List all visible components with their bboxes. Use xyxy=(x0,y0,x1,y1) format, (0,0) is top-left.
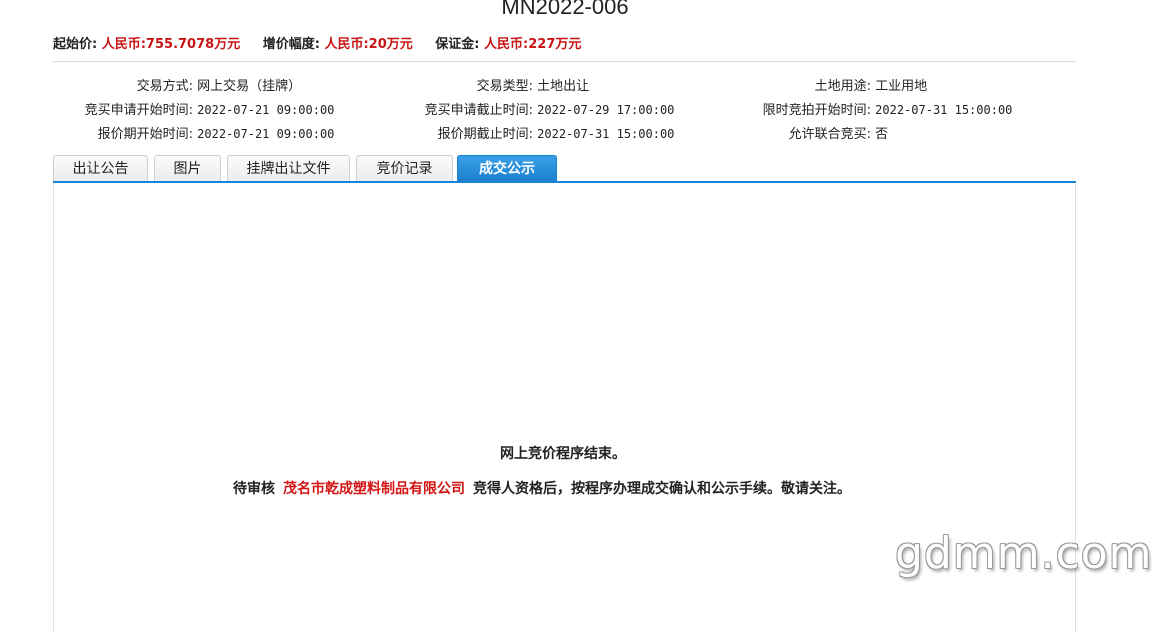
quote-start-value: 2022-07-21 09:00:00 xyxy=(197,127,335,141)
joint-bid-row: 允许联合竞买: 否 xyxy=(731,123,889,142)
tab-transaction-notice[interactable]: 成交公示 xyxy=(457,155,557,181)
price-summary: 起始价: 人民币:755.7078万元 增价幅度: 人民币:20万元 保证金: … xyxy=(53,33,599,52)
land-use-label: 土地用途: xyxy=(814,79,871,94)
deposit-value: 人民币:227万元 xyxy=(484,37,582,52)
bid-ended-message: 网上竞价程序结束。 xyxy=(500,446,626,462)
quote-end-label: 报价期截止时间: xyxy=(437,127,533,142)
apply-end-value: 2022-07-29 17:00:00 xyxy=(537,103,675,117)
winning-company-name: 茂名市乾成塑料制品有限公司 xyxy=(283,481,465,497)
quote-end-row: 报价期截止时间: 2022-07-31 15:00:00 xyxy=(393,123,675,142)
land-use-value: 工业用地 xyxy=(875,79,928,94)
timed-bid-start-label: 限时竞拍开始时间: xyxy=(762,103,871,118)
pending-prefix: 待审核 xyxy=(233,481,275,497)
land-use-row: 土地用途: 工业用地 xyxy=(731,75,928,94)
tab-images[interactable]: 图片 xyxy=(154,155,221,181)
quote-end-value: 2022-07-31 15:00:00 xyxy=(537,127,675,141)
tab-announcement[interactable]: 出让公告 xyxy=(53,155,148,181)
tab-bid-records[interactable]: 竞价记录 xyxy=(356,155,453,181)
apply-start-row: 竞买申请开始时间: 2022-07-21 09:00:00 xyxy=(53,99,335,118)
site-watermark: gdmm.com xyxy=(895,528,1153,579)
trade-method-value: 网上交易（挂牌） xyxy=(197,79,302,94)
trade-type-row: 交易类型: 土地出让 xyxy=(393,75,590,94)
start-price-value: 人民币:755.7078万元 xyxy=(101,37,241,52)
increment-label: 增价幅度: xyxy=(262,37,320,52)
timed-bid-start-value: 2022-07-31 15:00:00 xyxy=(875,103,1013,117)
tab-listing-documents[interactable]: 挂牌出让文件 xyxy=(227,155,350,181)
apply-end-row: 竞买申请截止时间: 2022-07-29 17:00:00 xyxy=(393,99,675,118)
trade-method-label: 交易方式: xyxy=(136,79,193,94)
deposit-label: 保证金: xyxy=(435,37,480,52)
joint-bid-value: 否 xyxy=(875,127,889,142)
start-price-label: 起始价: xyxy=(53,37,98,52)
divider xyxy=(53,61,1076,62)
increment-value: 人民币:20万元 xyxy=(324,37,413,52)
apply-end-label: 竞买申请截止时间: xyxy=(424,103,533,118)
apply-start-value: 2022-07-21 09:00:00 xyxy=(197,103,335,117)
page-title: MN2022-006 xyxy=(501,0,629,19)
quote-start-label: 报价期开始时间: xyxy=(97,127,193,142)
pending-review-message: 待审核 茂名市乾成塑料制品有限公司 竞得人资格后，按程序办理成交确认和公示手续。敬请… xyxy=(233,478,851,498)
joint-bid-label: 允许联合竞买: xyxy=(788,127,871,142)
timed-bid-start-row: 限时竞拍开始时间: 2022-07-31 15:00:00 xyxy=(731,99,1013,118)
trade-type-label: 交易类型: xyxy=(476,79,533,94)
pending-suffix: 竞得人资格后，按程序办理成交确认和公示手续。敬请关注。 xyxy=(473,481,851,497)
trade-method-row: 交易方式: 网上交易（挂牌） xyxy=(53,75,302,94)
apply-start-label: 竞买申请开始时间: xyxy=(84,103,193,118)
quote-start-row: 报价期开始时间: 2022-07-21 09:00:00 xyxy=(53,123,335,142)
trade-type-value: 土地出让 xyxy=(537,79,590,94)
